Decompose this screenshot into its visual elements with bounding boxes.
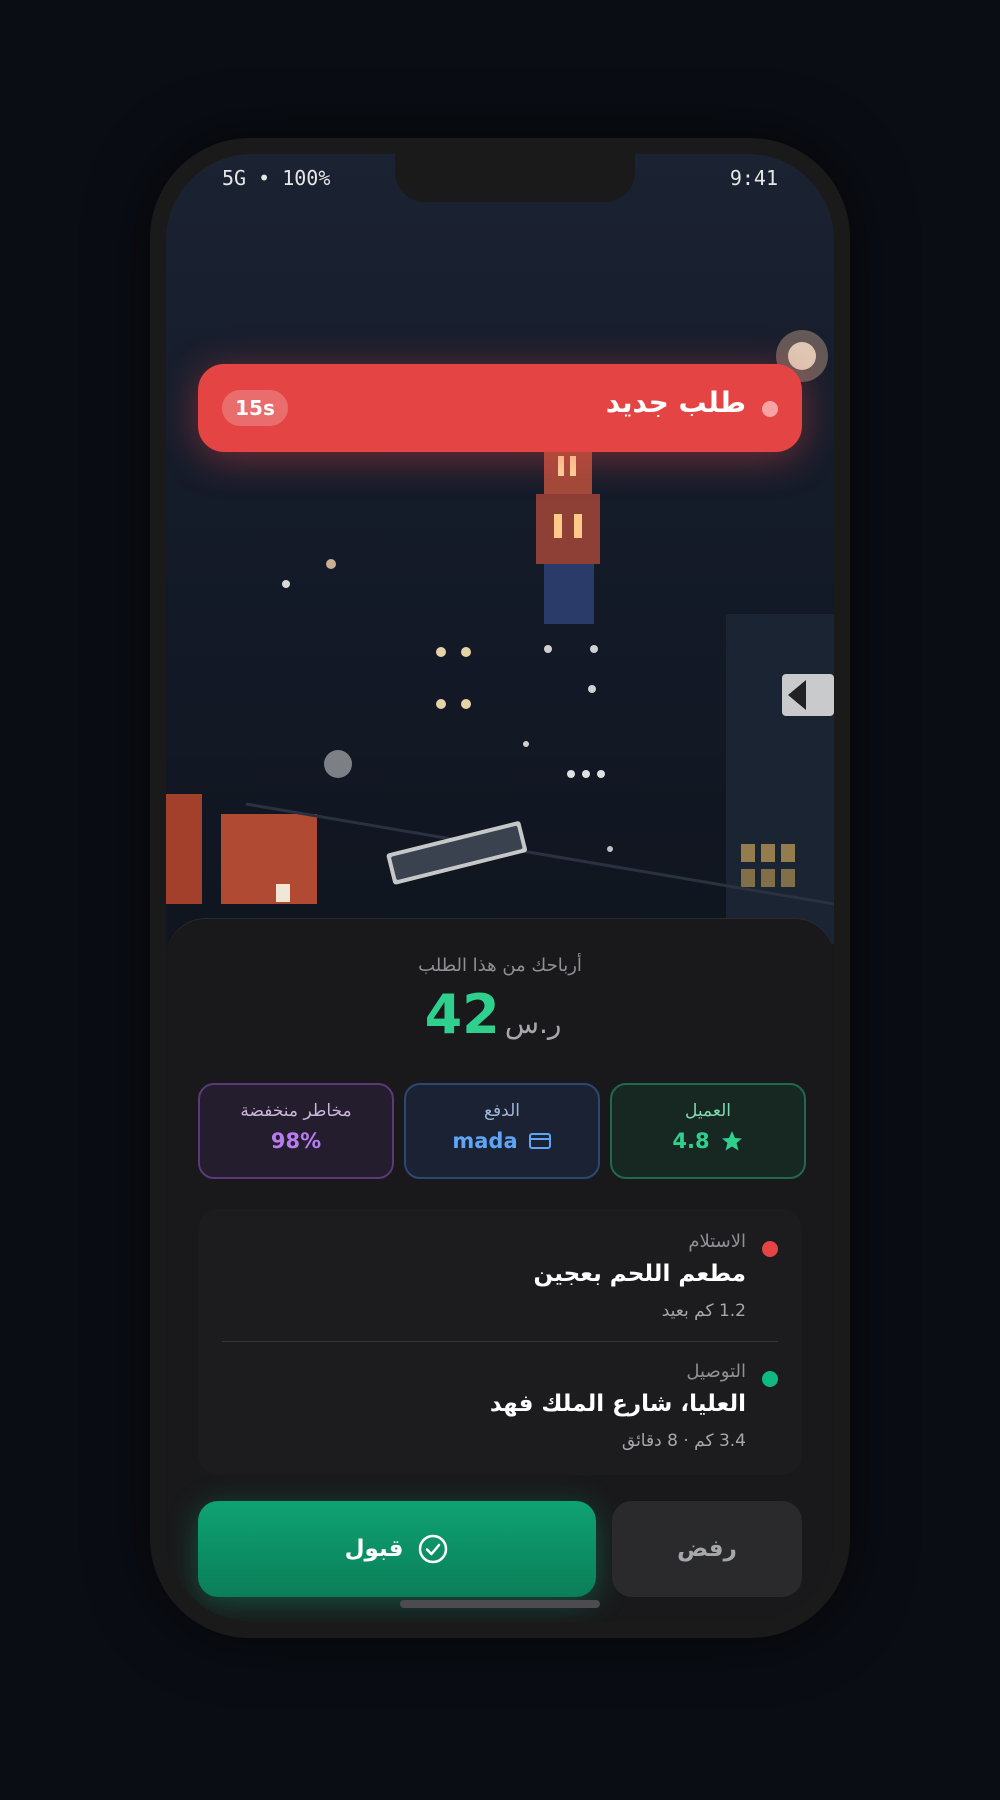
city-night-photo xyxy=(166,154,834,944)
earnings-amount-row: ر.س 42 xyxy=(166,983,834,1046)
accept-button[interactable]: قبول xyxy=(198,1501,596,1597)
dropoff-name: العليا، شارع الملك فهد xyxy=(489,1391,746,1417)
dropoff-dot-icon xyxy=(762,1371,778,1387)
route-divider xyxy=(222,1341,778,1342)
earnings-currency: ر.س xyxy=(504,1007,562,1040)
new-order-banner[interactable]: طلب جديد 15s xyxy=(198,364,802,452)
payment-chip: الدفع mada xyxy=(404,1083,600,1179)
home-indicator[interactable] xyxy=(400,1600,600,1608)
screen: 5G • 100% 9:41 طلب جديد 15s أرباحك من هذ… xyxy=(166,154,834,1622)
order-sheet: أرباحك من هذا الطلب ر.س 42 مخاطر منخفضة … xyxy=(166,918,834,1622)
phone-frame: 5G • 100% 9:41 طلب جديد 15s أرباحك من هذ… xyxy=(150,138,850,1638)
clock: 9:41 xyxy=(729,166,778,190)
check-circle-icon xyxy=(419,1534,448,1564)
accept-label: قبول xyxy=(344,1536,404,1562)
pickup-label: الاستلام xyxy=(688,1231,746,1252)
risk-label: مخاطر منخفضة xyxy=(240,1101,352,1121)
banner-title: طلب جديد xyxy=(605,386,746,419)
client-label: العميل xyxy=(685,1101,731,1121)
risk-chip: مخاطر منخفضة 98% xyxy=(198,1083,394,1179)
pickup-dot-icon xyxy=(762,1241,778,1257)
dropoff-label: التوصيل xyxy=(686,1361,746,1382)
dropoff-distance-time: 3.4 كم · 8 دقائق xyxy=(621,1431,746,1451)
risk-value: 98% xyxy=(270,1129,322,1153)
order-info-chips: مخاطر منخفضة 98% الدفع mada العميل 4.8 xyxy=(198,1083,806,1179)
pickup-distance: 1.2 كم بعيد xyxy=(661,1301,746,1321)
status-bar: 5G • 100% 9:41 xyxy=(166,166,834,196)
countdown-timer: 15s xyxy=(222,390,288,426)
card-icon xyxy=(528,1133,551,1149)
pickup-name: مطعم اللحم بعجين xyxy=(533,1261,746,1287)
payment-value: mada xyxy=(452,1129,518,1153)
pulse-dot-icon xyxy=(762,401,778,417)
payment-label: الدفع xyxy=(483,1101,520,1121)
star-icon xyxy=(721,1131,742,1151)
route-card: الاستلام مطعم اللحم بعجين 1.2 كم بعيد ال… xyxy=(198,1209,802,1475)
client-rating-chip: العميل 4.8 xyxy=(610,1083,806,1179)
client-rating: 4.8 xyxy=(672,1129,710,1153)
reject-button[interactable]: رفض xyxy=(612,1501,802,1597)
network-battery-status: 5G • 100% xyxy=(222,166,331,190)
earnings-amount: 42 xyxy=(424,983,500,1046)
earnings-label: أرباحك من هذا الطلب xyxy=(418,955,582,976)
